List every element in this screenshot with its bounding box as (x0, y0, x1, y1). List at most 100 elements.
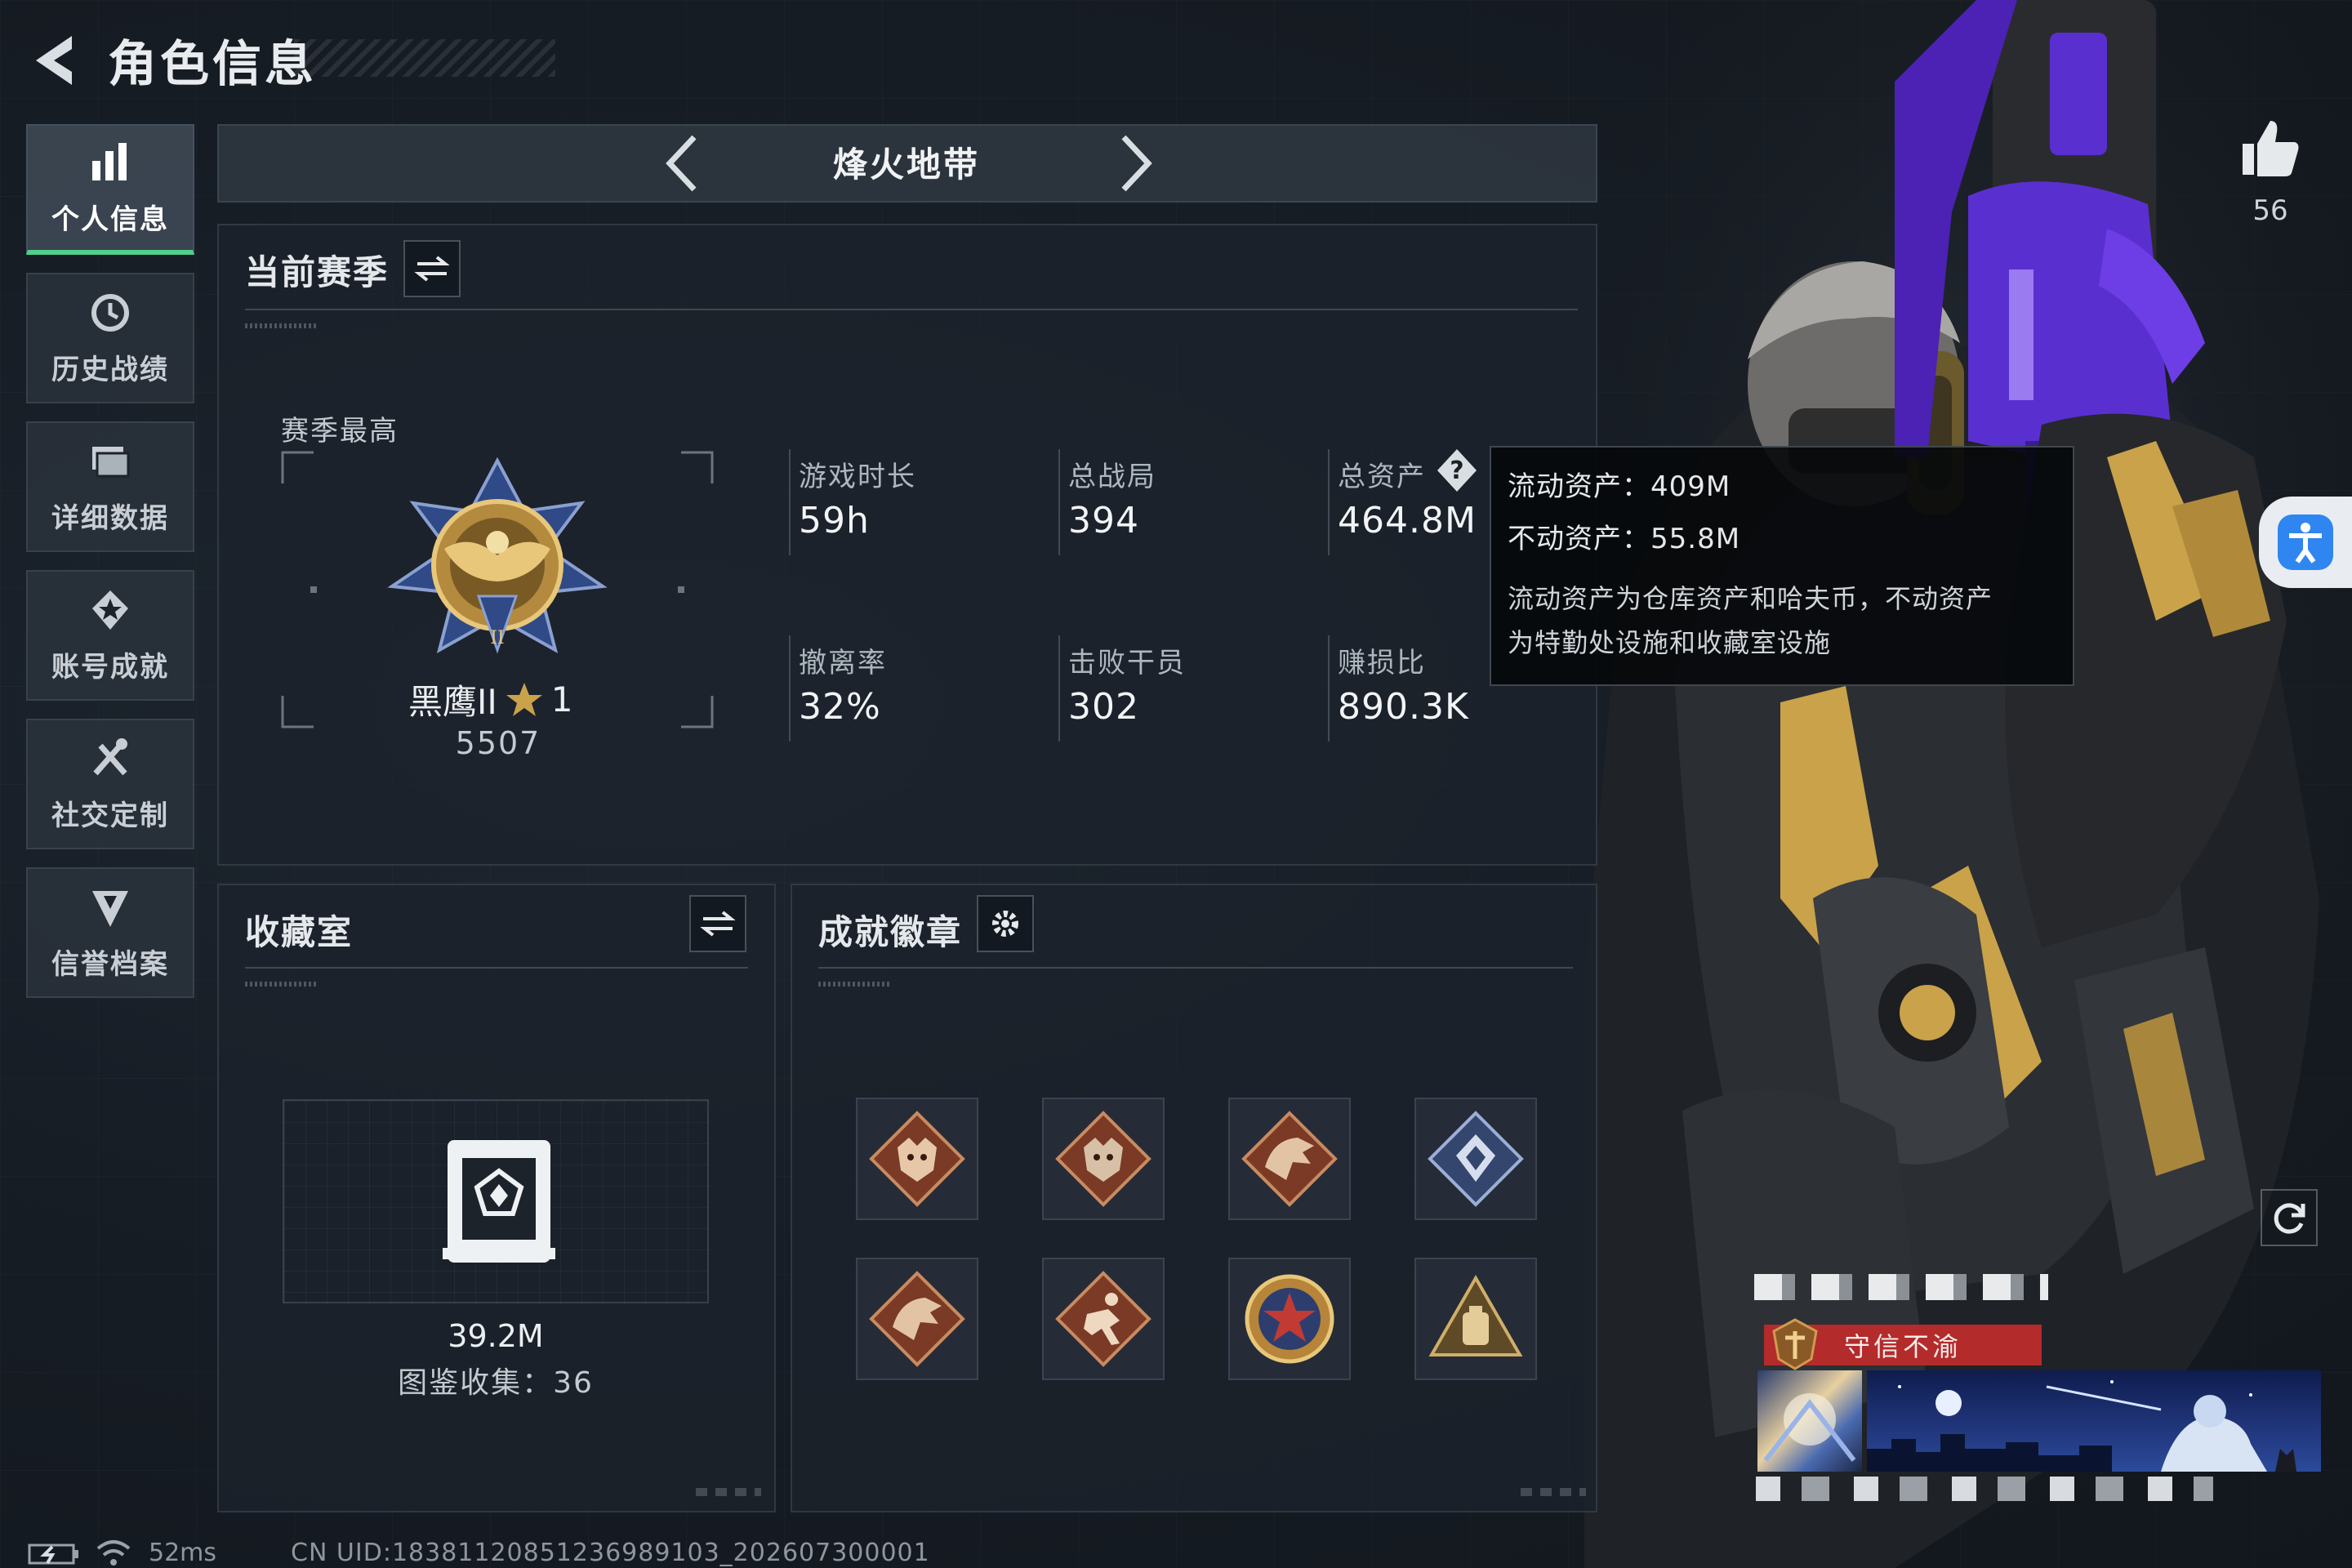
switch-arrows-icon (414, 256, 450, 282)
stat-divider (1328, 449, 1330, 555)
sidebar-item-social[interactable]: 社交定制 (26, 719, 194, 849)
night-city-banner-art (1867, 1380, 2296, 1472)
season-switch-button[interactable] (403, 240, 461, 297)
sidebar-item-history[interactable]: 历史战绩 (26, 273, 194, 403)
guild-emblem-icon (1772, 1318, 1818, 1370)
accessibility-button[interactable] (2259, 497, 2352, 588)
achievement-badge[interactable] (1414, 1258, 1537, 1380)
wifi-icon (96, 1540, 131, 1566)
stat-divider (1058, 449, 1060, 555)
achievement-badge[interactable] (1228, 1098, 1351, 1220)
sidebar-item-label: 历史战绩 (51, 353, 169, 386)
collection-value: 39.2M (448, 1318, 544, 1354)
achievement-badge[interactable] (1042, 1098, 1165, 1220)
achievements-settings-button[interactable] (977, 895, 1034, 952)
player-tags-blurred (1756, 1477, 2213, 1501)
uid-text: CN UID:18381120851236989103_202607300001 (291, 1539, 930, 1567)
sidebar-item-label: 个人信息 (51, 203, 169, 236)
achievement-badge[interactable] (1228, 1258, 1351, 1380)
like-count: 56 (2252, 194, 2288, 227)
collection-switch-button[interactable] (689, 895, 746, 952)
achievement-badge[interactable] (856, 1258, 978, 1380)
tooltip-liquid-assets: 流动资产：409M (1508, 470, 1731, 503)
bar-chart-icon (92, 142, 127, 180)
divider-ticks (245, 323, 318, 328)
stat-divider (1058, 635, 1060, 742)
wolf-badge-icon (869, 1111, 965, 1207)
stat-divider (1328, 635, 1330, 742)
stat-label-playtime: 游戏时长 (799, 461, 916, 493)
history-clock-icon (91, 293, 129, 332)
stat-label-total-matches: 总战局 (1068, 461, 1156, 493)
stat-value-playtime: 59h (799, 500, 870, 541)
collection-preview[interactable] (283, 1099, 709, 1303)
rank-info: 黑鹰II 1 (408, 675, 573, 724)
divider (818, 967, 1573, 969)
sidebar-item-detail-data[interactable]: 详细数据 (26, 421, 194, 552)
divider-ticks (245, 982, 318, 987)
prev-mode-button[interactable] (658, 132, 707, 194)
sidebar-item-label: 社交定制 (51, 799, 169, 832)
stat-divider (789, 635, 791, 742)
assets-tooltip: 流动资产：409M 不动资产：55.8M 流动资产为仓库资产和哈夫币，不动资产 … (1490, 446, 2074, 686)
accessibility-icon (2278, 514, 2333, 570)
svg-text:?: ? (1450, 457, 1463, 485)
profile-banner (1867, 1370, 2321, 1472)
stat-value-extraction-rate: 32% (799, 686, 881, 728)
corner-decoration (1521, 1488, 1586, 1496)
sidebar-item-label: 详细数据 (51, 501, 169, 535)
sidebar-item-label: 账号成就 (51, 650, 169, 684)
achievement-badge[interactable] (1414, 1098, 1537, 1220)
avatar-art (1763, 1393, 1856, 1462)
stat-value-profit-ratio: 890.3K (1338, 686, 1469, 728)
rotate-button[interactable] (2261, 1189, 2318, 1246)
corner-decoration (696, 1488, 761, 1496)
stat-label-kills: 击败干员 (1068, 647, 1186, 679)
back-arrow-icon[interactable] (24, 29, 82, 91)
rank-score: 5507 (455, 725, 541, 761)
next-mode-button[interactable] (1111, 132, 1160, 194)
svg-text:II: II (490, 628, 504, 648)
sidebar-item-achievements[interactable]: 账号成就 (26, 570, 194, 701)
divider (245, 967, 748, 969)
season-best-label: 赛季最高 (281, 415, 399, 448)
folder-icon (92, 446, 130, 477)
tooltip-desc-line1: 流动资产为仓库资产和哈夫币，不动资产 (1508, 583, 1993, 614)
sidebar-item-reputation[interactable]: 信誉档案 (26, 867, 194, 998)
rotate-icon (2274, 1203, 2305, 1234)
diamond-badge-icon (1428, 1111, 1524, 1207)
star-icon (506, 682, 542, 716)
rank-stars: 1 (550, 679, 573, 719)
reputation-shield-icon (92, 890, 128, 927)
stat-value-total-assets: 464.8M (1338, 500, 1477, 541)
tools-icon (93, 737, 127, 775)
star-medal-icon (1245, 1274, 1334, 1364)
sidebar-item-label: 信誉档案 (51, 947, 169, 981)
rank-name: 黑鹰II (408, 682, 497, 722)
switch-arrows-icon (700, 911, 736, 937)
achievement-star-icon (92, 590, 128, 630)
stat-label-profit-ratio: 赚损比 (1338, 647, 1426, 679)
stat-label-total-assets: 总资产 (1338, 461, 1426, 493)
tooltip-desc-line2: 为特勤处设施和收藏室设施 (1508, 627, 1832, 658)
sidebar-item-personal-info[interactable]: 个人信息 (26, 124, 194, 255)
achievements-title: 成就徽章 (818, 912, 963, 952)
thumbs-up-icon[interactable] (2238, 116, 2303, 181)
achievement-badge[interactable] (856, 1098, 978, 1220)
stat-value-total-matches: 394 (1068, 500, 1139, 541)
collection-title: 收藏室 (245, 912, 354, 952)
stat-value-kills: 302 (1068, 686, 1139, 728)
display-case-icon (443, 1140, 555, 1263)
season-title: 当前赛季 (245, 252, 390, 292)
player-avatar[interactable] (1757, 1370, 1862, 1472)
runner-badge-icon (1055, 1271, 1152, 1367)
ping-text: 52ms (149, 1539, 217, 1567)
gear-icon (992, 911, 1018, 937)
tooltip-fixed-assets: 不动资产：55.8M (1508, 523, 1741, 555)
assets-help-icon[interactable]: ? (1434, 446, 1480, 495)
achievement-badge[interactable] (1042, 1258, 1165, 1380)
wolf-badge-icon (1055, 1111, 1152, 1207)
stat-divider (789, 449, 791, 555)
divider (245, 309, 1578, 310)
title-decoration (294, 39, 555, 77)
